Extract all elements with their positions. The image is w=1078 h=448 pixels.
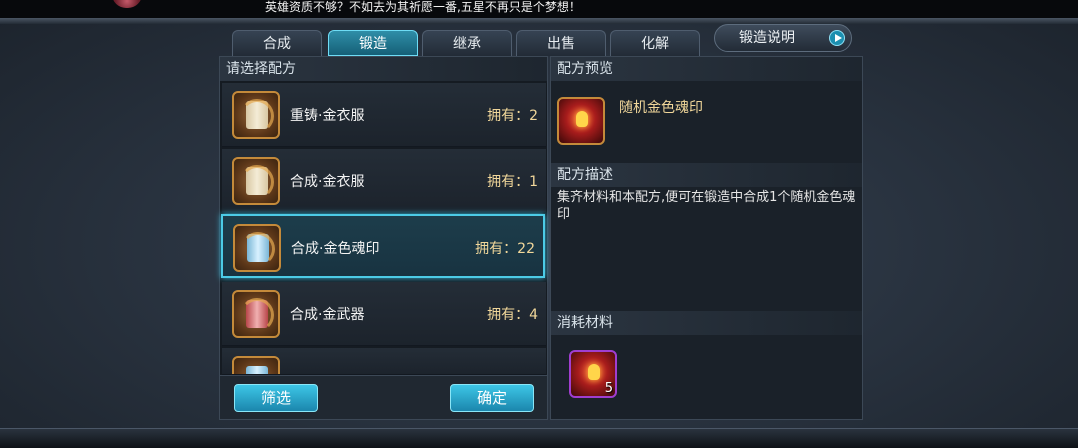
frame-bottom [0,428,1078,448]
tab-dissolve[interactable]: 化解 [610,30,700,56]
scroll-icon [232,356,280,374]
recipe-row-selected[interactable]: 合成·金色魂印 拥有：22 [221,214,545,278]
recipe-row[interactable]: 合成·金武器 拥有：4 [222,282,546,346]
recipe-name: 合成·金色魂印 [291,241,380,257]
tab-forge[interactable]: 锻造 [328,30,418,56]
recipe-detail-panel: 配方预览 随机金色魂印 配方描述 集齐材料和本配方,便可在锻造中合成1个随机金色… [550,56,863,420]
confirm-button[interactable]: 确定 [450,384,534,412]
forge-help-button[interactable]: 锻造说明 [714,24,852,52]
materials-title: 消耗材料 [551,311,862,335]
play-arrow-icon [829,30,845,46]
material-quantity: 5 [604,381,613,396]
recipe-row[interactable]: 重铸·金衣服 拥有：2 [222,83,546,147]
recipe-name: 合成·金衣服 [290,174,365,190]
scroll-icon [232,157,280,205]
recipe-name: 合成·金武器 [290,307,365,323]
scroll-icon [232,91,280,139]
recipe-row-partial[interactable] [222,348,546,375]
forge-help-label: 锻造说明 [739,30,795,46]
filter-button[interactable]: 筛选 [234,384,318,412]
preview-item-name: 随机金色魂印 [619,100,703,116]
recipe-count: 拥有：4 [487,307,538,323]
tab-synthesis[interactable]: 合成 [232,30,322,56]
recipe-list-panel: 请选择配方 重铸·金衣服 拥有：2 合成·金衣服 拥有：1 合成·金色魂印 拥有… [219,56,548,420]
material-seal-icon[interactable]: 5 [569,350,617,398]
preview-title: 配方预览 [551,57,862,81]
recipe-list-footer: 筛选 确定 [220,375,547,419]
recipe-list-title: 请选择配方 [220,57,547,81]
recipe-row[interactable]: 合成·金衣服 拥有：1 [222,149,546,213]
tab-sell[interactable]: 出售 [516,30,606,56]
gold-seal-icon [557,97,605,145]
banner-message: 英雄资质不够？不如去为其祈愿一番,五星不再只是个梦想！ [265,0,581,14]
recipe-description: 集齐材料和本配方,便可在锻造中合成1个随机金色魂印 [557,190,856,222]
top-banner: 英雄资质不够？不如去为其祈愿一番,五星不再只是个梦想！ [0,0,1078,18]
tab-inherit[interactable]: 继承 [422,30,512,56]
blue-scroll-icon [233,224,281,272]
description-title: 配方描述 [551,163,862,187]
banner-decoration [112,0,142,8]
recipe-count: 拥有：2 [487,108,538,124]
recipe-count: 拥有：22 [475,241,535,257]
recipe-count: 拥有：1 [487,174,538,190]
recipe-name: 重铸·金衣服 [290,108,365,124]
red-scroll-icon [232,290,280,338]
frame-top [0,18,1078,24]
